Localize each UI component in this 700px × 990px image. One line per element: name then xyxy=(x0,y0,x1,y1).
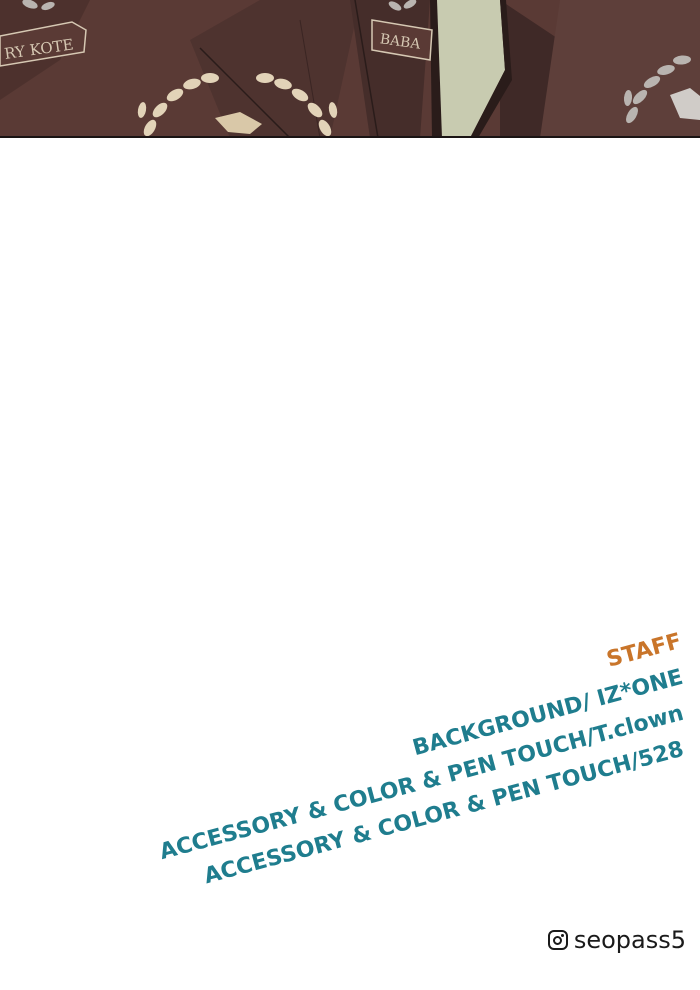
social-handle-text: seopass5 xyxy=(573,926,686,954)
social-handle: seopass5 xyxy=(547,925,686,955)
credit-line-accessory-tclown: ACCESSORY & COLOR & PEN TOUCH/T.clown xyxy=(156,700,686,866)
staff-credits: STAFF BACKGROUND/ IZ*ONE ACCESSORY & COL… xyxy=(0,0,700,990)
instagram-icon xyxy=(547,930,568,950)
